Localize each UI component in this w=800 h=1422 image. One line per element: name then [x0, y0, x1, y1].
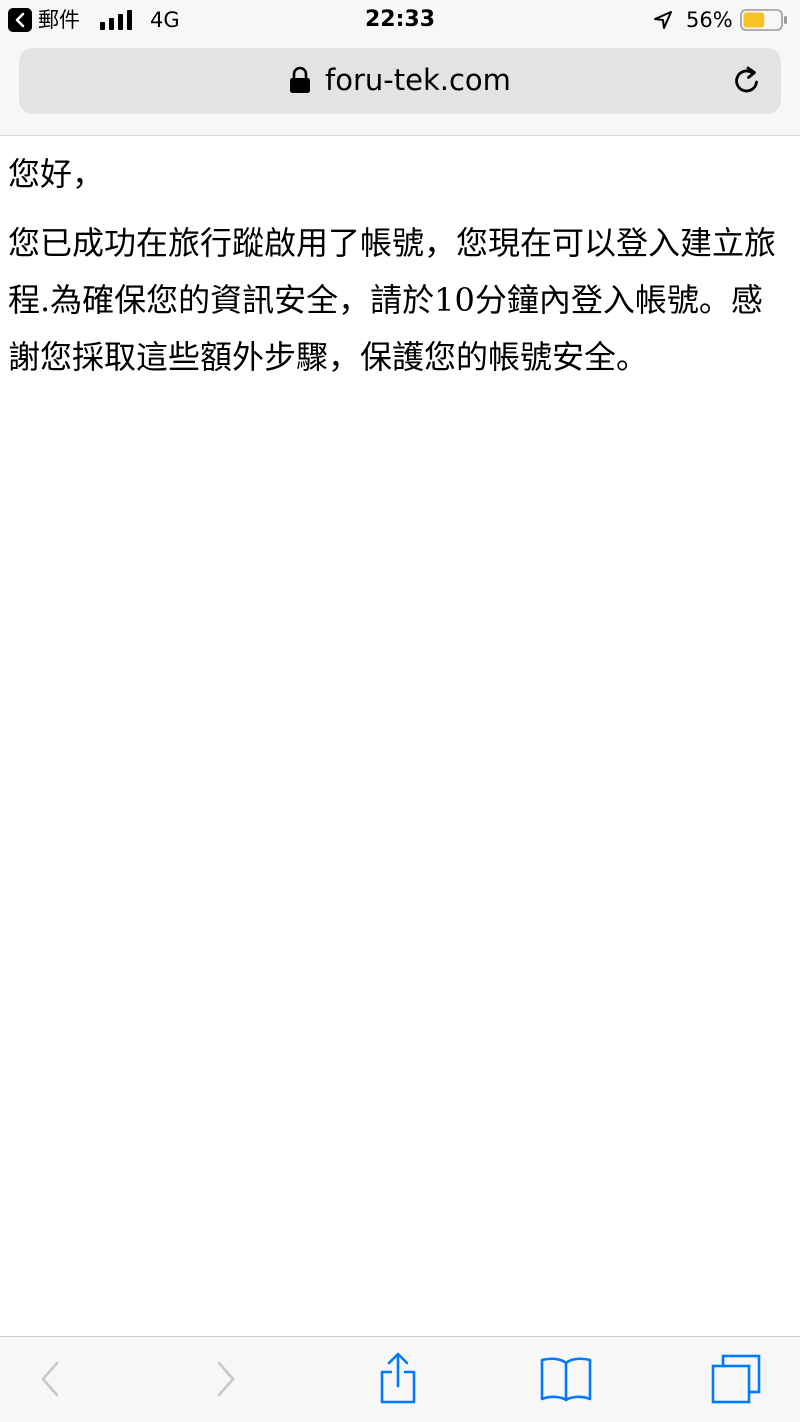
safari-page: 郵件 4G 22:33 56% foru-tek.com 您好， 您已成功在旅行… — [0, 0, 800, 1422]
greeting-text: 您好， — [8, 155, 105, 193]
share-icon — [380, 1352, 416, 1404]
browser-top-chrome: 郵件 4G 22:33 56% foru-tek.com — [0, 0, 800, 136]
message-body: 您已成功在旅行蹤啟用了帳號，您現在可以登入建立旅程.為確保您的資訊安全，請於10… — [8, 224, 777, 376]
address-bar[interactable]: foru-tek.com — [19, 48, 781, 114]
forward-button[interactable] — [198, 1351, 254, 1407]
battery-icon — [740, 9, 787, 31]
battery-percent: 56% — [686, 8, 733, 32]
url-text: foru-tek.com — [325, 62, 511, 97]
reload-icon[interactable] — [731, 65, 763, 97]
bookmarks-icon — [540, 1357, 592, 1402]
address-bar-center: foru-tek.com — [19, 48, 781, 114]
lock-icon — [290, 66, 311, 93]
status-time: 22:33 — [364, 7, 436, 32]
tabs-icon — [711, 1354, 761, 1404]
back-icon — [41, 1361, 59, 1397]
bookmarks-button[interactable] — [538, 1351, 594, 1407]
status-bar: 郵件 4G 22:33 56% — [0, 0, 800, 40]
browser-toolbar — [0, 1336, 800, 1422]
back-button[interactable] — [22, 1351, 78, 1407]
email-verification-message: 您好， 您已成功在旅行蹤啟用了帳號，您現在可以登入建立旅程.為確保您的資訊安全，… — [8, 146, 792, 386]
tabs-button[interactable] — [708, 1351, 764, 1407]
forward-icon — [217, 1361, 235, 1397]
share-button[interactable] — [370, 1351, 426, 1407]
location-arrow-icon — [654, 11, 672, 29]
